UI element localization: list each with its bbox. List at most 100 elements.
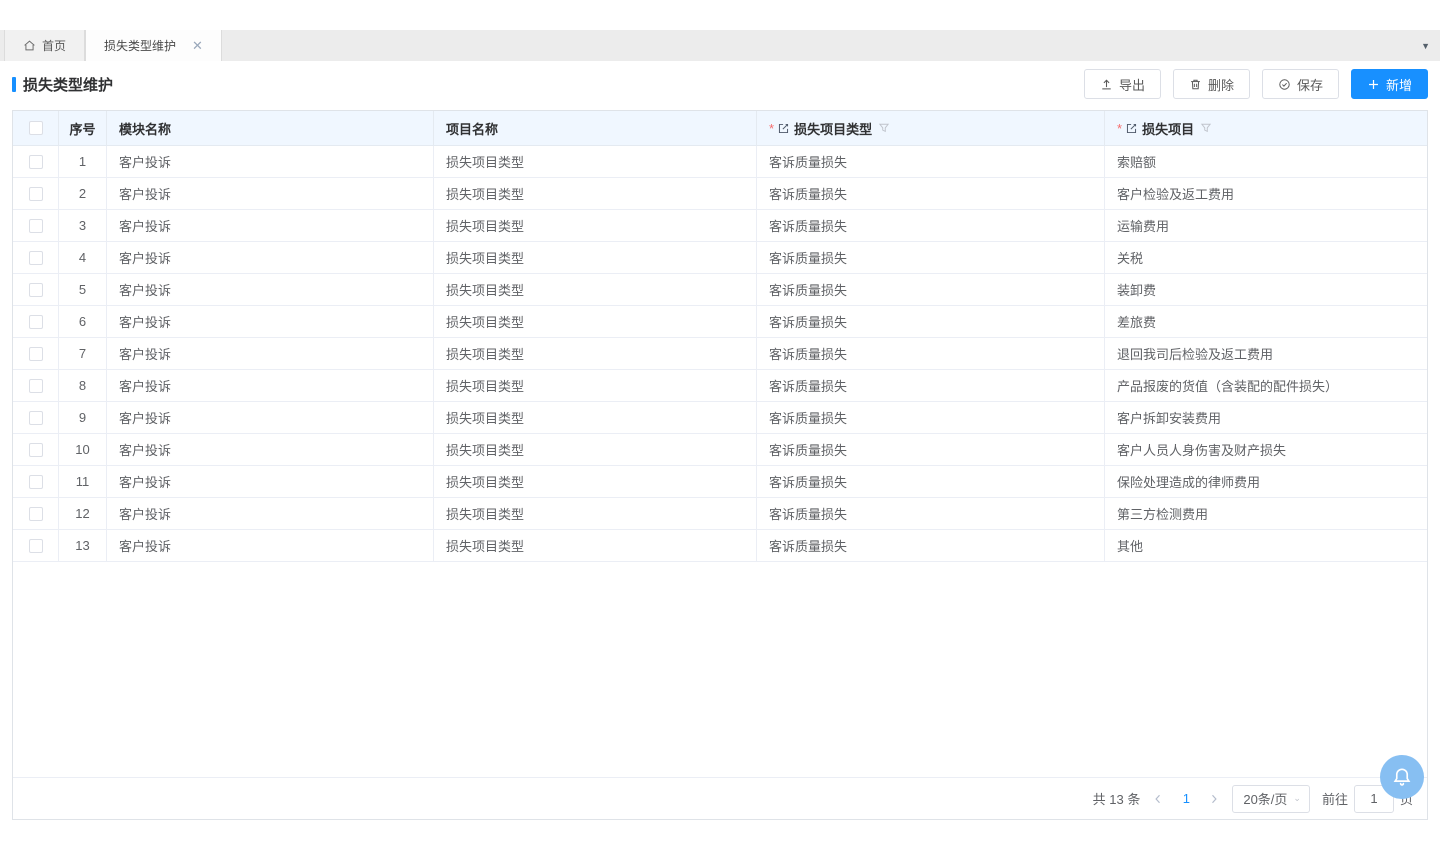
row-checkbox[interactable] [29,283,43,297]
cell-index: 8 [59,370,107,401]
row-checkbox[interactable] [29,347,43,361]
export-button[interactable]: 导出 [1084,69,1161,99]
cell-project: 损失项目类型 [434,530,757,561]
cell-loss-item: 运输费用 [1105,210,1427,241]
row-checkbox[interactable] [29,379,43,393]
row-checkbox[interactable] [29,315,43,329]
header-cell-loss-item: * 损失项目 [1105,111,1427,145]
cell-loss-type: 客诉质量损失 [757,434,1105,465]
table-header-row: 序号 模块名称 项目名称 * 损失项目类型 * 损失项目 [13,111,1427,146]
row-select-cell [13,146,59,177]
cell-loss-type: 客诉质量损失 [757,210,1105,241]
row-select-cell [13,402,59,433]
row-select-cell [13,530,59,561]
title-accent-bar [12,77,16,92]
notification-bell-button[interactable] [1380,755,1424,799]
home-icon [23,39,36,52]
row-checkbox[interactable] [29,411,43,425]
cell-project: 损失项目类型 [434,210,757,241]
header-cell-project: 项目名称 [434,111,757,145]
cell-loss-item: 装卸费 [1105,274,1427,305]
cell-loss-type: 客诉质量损失 [757,274,1105,305]
cell-project: 损失项目类型 [434,498,757,529]
table-row: 3 客户投诉 损失项目类型 客诉质量损失 运输费用 [13,210,1427,242]
upload-icon [1100,78,1113,91]
cell-loss-item: 客户人员人身伤害及财产损失 [1105,434,1427,465]
cell-module: 客户投诉 [107,466,434,497]
toolbar: 导出 删除 保存 新增 [1084,69,1428,99]
row-checkbox[interactable] [29,155,43,169]
page-number-current[interactable]: 1 [1176,791,1196,806]
cell-index: 2 [59,178,107,209]
row-checkbox[interactable] [29,443,43,457]
table-row: 7 客户投诉 损失项目类型 客诉质量损失 退回我司后检验及返工费用 [13,338,1427,370]
row-checkbox[interactable] [29,219,43,233]
row-select-cell [13,498,59,529]
filter-icon[interactable] [1200,122,1212,134]
goto-label: 前往 [1322,789,1348,808]
cell-loss-type: 客诉质量损失 [757,498,1105,529]
add-button[interactable]: 新增 [1351,69,1428,99]
check-circle-icon [1278,78,1291,91]
table-row: 8 客户投诉 损失项目类型 客诉质量损失 产品报废的货值（含装配的配件损失） [13,370,1427,402]
cell-loss-type: 客诉质量损失 [757,402,1105,433]
row-checkbox[interactable] [29,475,43,489]
cell-loss-item: 保险处理造成的律师费用 [1105,466,1427,497]
cell-project: 损失项目类型 [434,434,757,465]
table-row: 6 客户投诉 损失项目类型 客诉质量损失 差旅费 [13,306,1427,338]
cell-module: 客户投诉 [107,242,434,273]
cell-index: 7 [59,338,107,369]
cell-project: 损失项目类型 [434,146,757,177]
page-size-select[interactable]: 20条/页 ⌄ [1232,785,1310,813]
next-page-chevron-right-icon[interactable] [1208,793,1220,805]
table-row: 11 客户投诉 损失项目类型 客诉质量损失 保险处理造成的律师费用 [13,466,1427,498]
cell-module: 客户投诉 [107,178,434,209]
cell-loss-type: 客诉质量损失 [757,530,1105,561]
tab-label: 损失类型维护 [104,37,176,54]
row-checkbox[interactable] [29,251,43,265]
page-title: 损失类型维护 [12,74,113,95]
delete-button[interactable]: 删除 [1173,69,1250,99]
cell-loss-item: 关税 [1105,242,1427,273]
page-header: 损失类型维护 导出 删除 保存 新增 [12,64,1428,104]
close-icon[interactable]: ✕ [192,39,203,52]
header-cell-select [13,111,59,145]
table-row: 1 客户投诉 损失项目类型 客诉质量损失 索赔额 [13,146,1427,178]
row-select-cell [13,306,59,337]
table-row: 9 客户投诉 损失项目类型 客诉质量损失 客户拆卸安装费用 [13,402,1427,434]
select-all-checkbox[interactable] [29,121,43,135]
row-select-cell [13,242,59,273]
edit-icon [1125,122,1138,135]
table-row: 4 客户投诉 损失项目类型 客诉质量损失 关税 [13,242,1427,274]
tab-bar: 首页 损失类型维护 ✕ ▼ [0,30,1440,61]
row-checkbox[interactable] [29,539,43,553]
cell-loss-type: 客诉质量损失 [757,178,1105,209]
row-checkbox[interactable] [29,187,43,201]
cell-project: 损失项目类型 [434,466,757,497]
required-asterisk: * [1117,121,1122,136]
cell-project: 损失项目类型 [434,338,757,369]
tab-list-chevron-down-icon[interactable]: ▼ [1421,30,1430,61]
tab-home-label: 首页 [42,37,66,54]
filter-icon[interactable] [878,122,890,134]
cell-module: 客户投诉 [107,338,434,369]
cell-loss-type: 客诉质量损失 [757,242,1105,273]
table-row: 12 客户投诉 损失项目类型 客诉质量损失 第三方检测费用 [13,498,1427,530]
cell-project: 损失项目类型 [434,402,757,433]
table-row: 2 客户投诉 损失项目类型 客诉质量损失 客户检验及返工费用 [13,178,1427,210]
header-cell-index: 序号 [59,111,107,145]
cell-loss-type: 客诉质量损失 [757,338,1105,369]
cell-module: 客户投诉 [107,146,434,177]
cell-index: 6 [59,306,107,337]
cell-module: 客户投诉 [107,210,434,241]
row-checkbox[interactable] [29,507,43,521]
cell-project: 损失项目类型 [434,370,757,401]
tab-home[interactable]: 首页 [4,30,85,61]
tab-loss-type-maintenance[interactable]: 损失类型维护 ✕ [85,30,222,61]
cell-index: 9 [59,402,107,433]
save-button[interactable]: 保存 [1262,69,1339,99]
cell-index: 4 [59,242,107,273]
cell-loss-item: 客户拆卸安装费用 [1105,402,1427,433]
prev-page-chevron-left-icon[interactable] [1152,793,1164,805]
cell-module: 客户投诉 [107,530,434,561]
